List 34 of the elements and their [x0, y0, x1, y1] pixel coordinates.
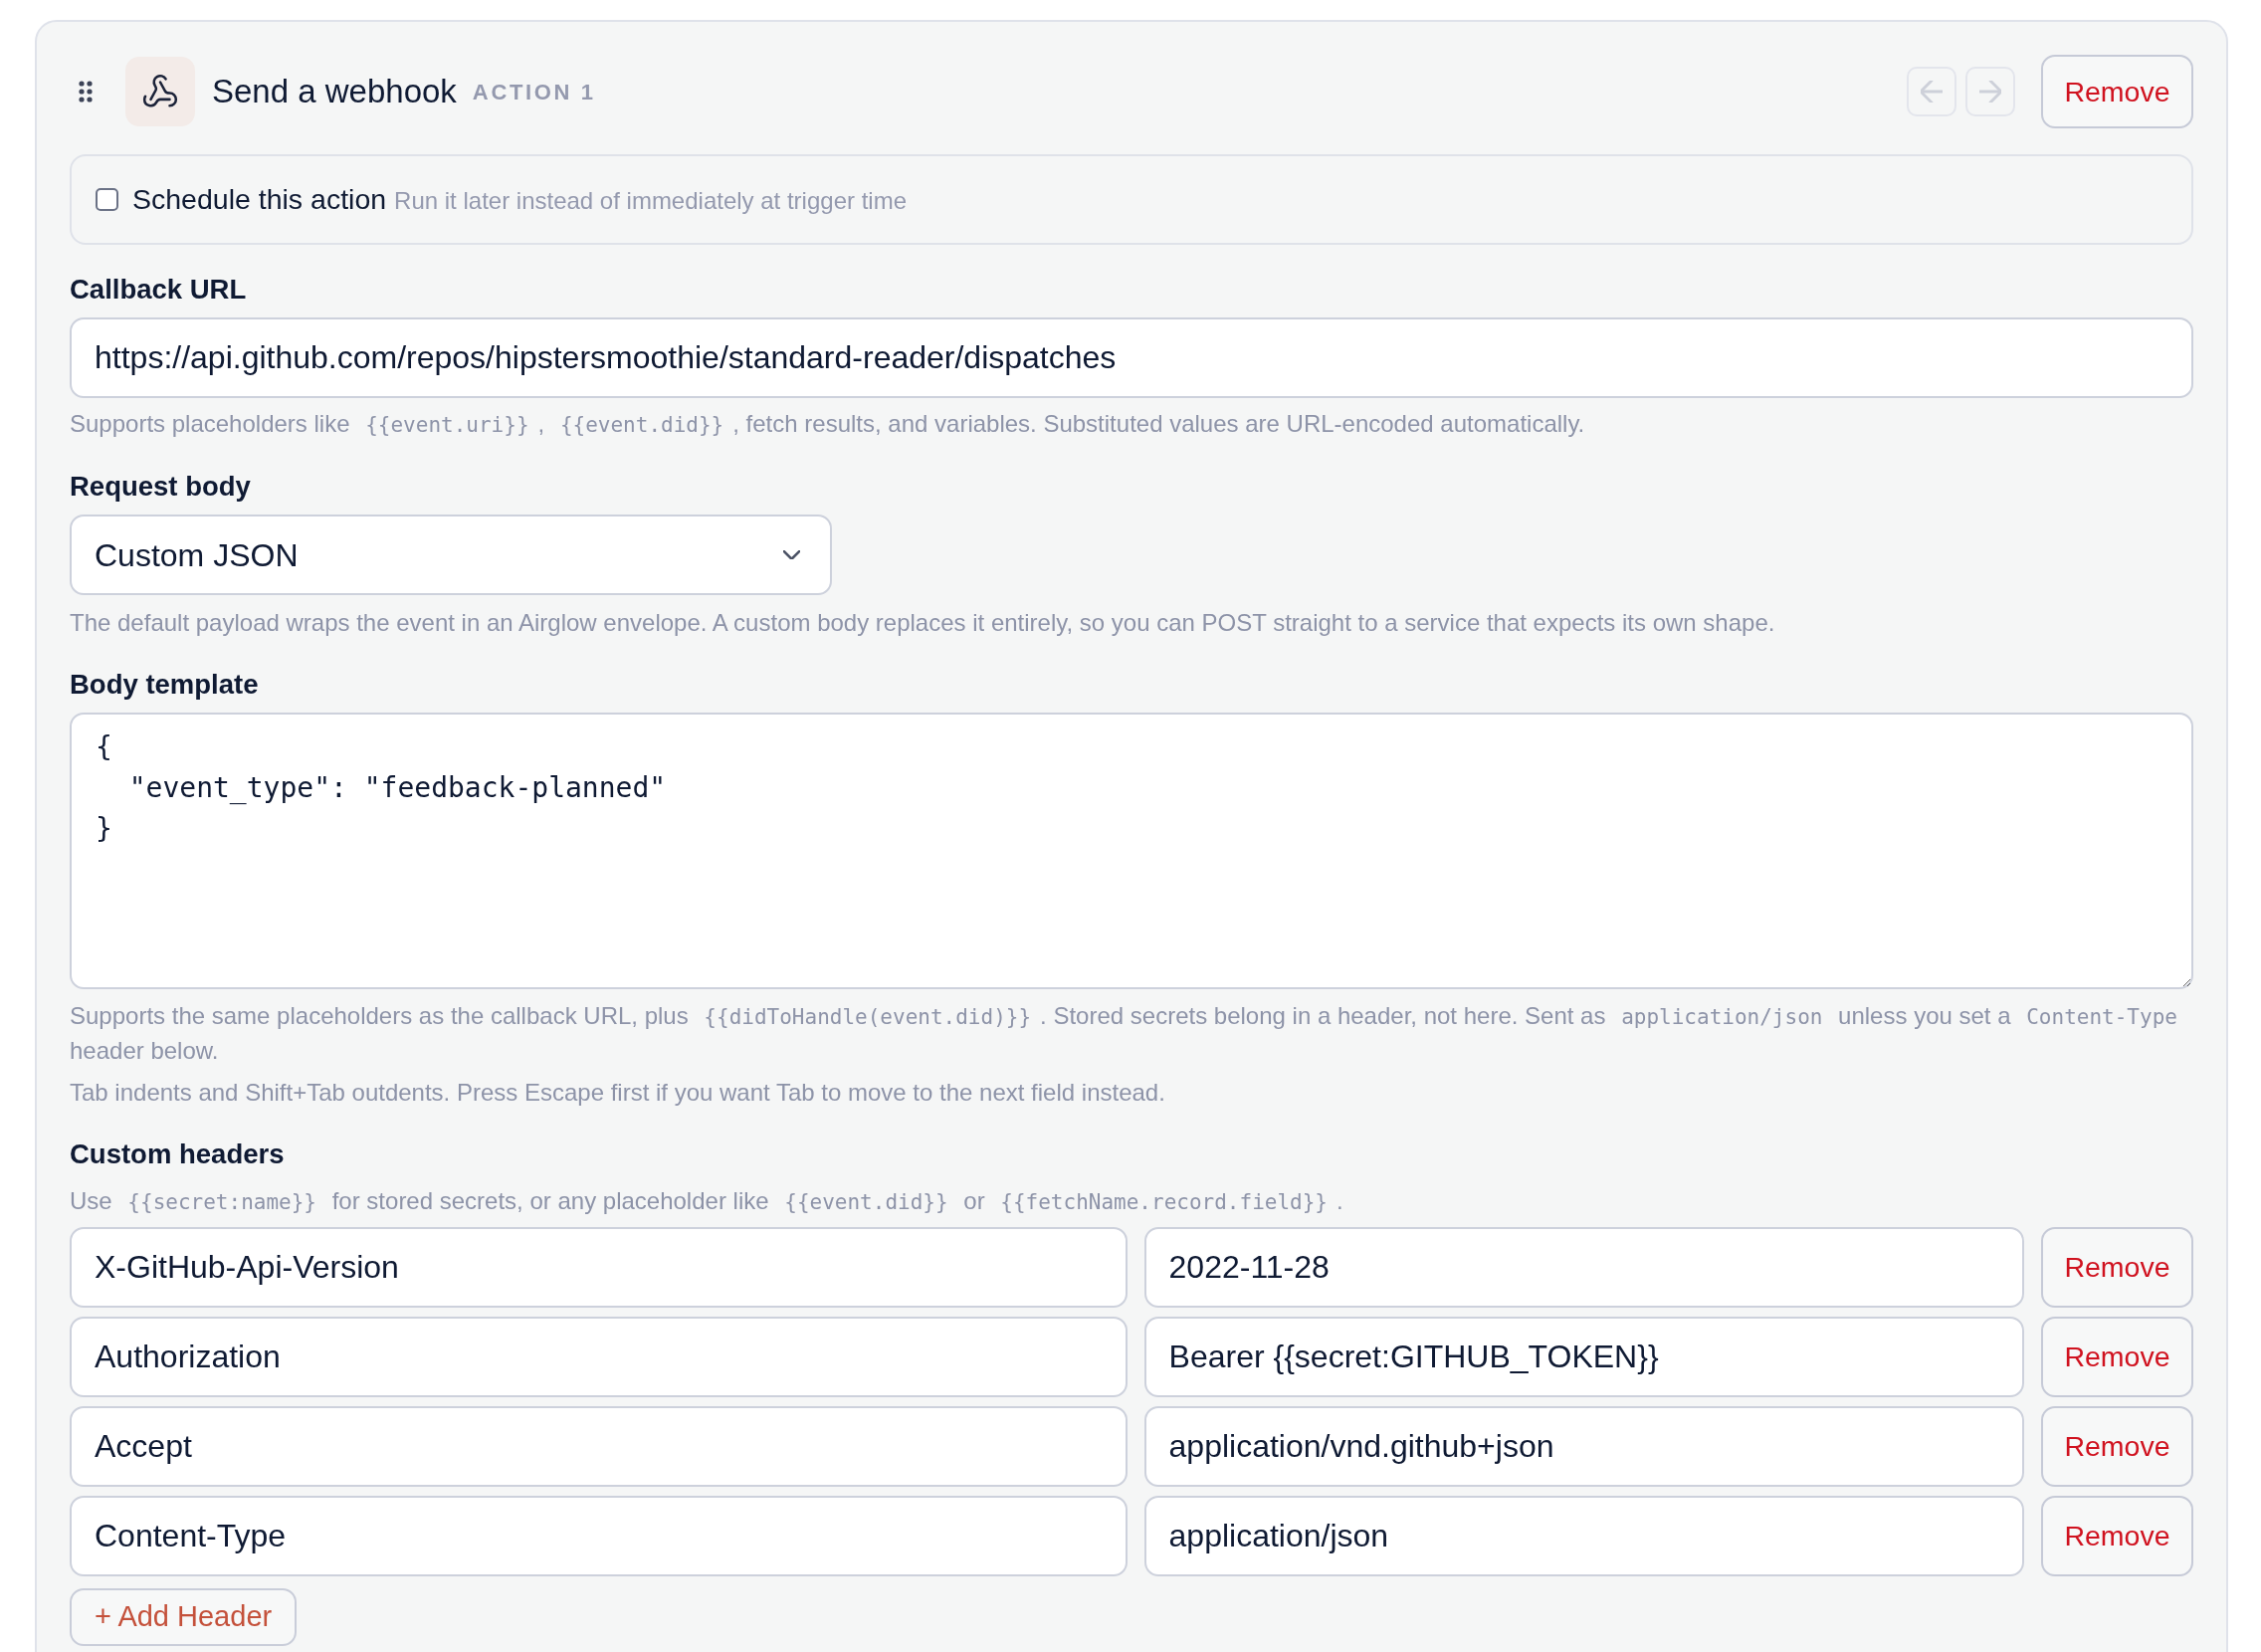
header-name-field[interactable]: Authorization [70, 1317, 1128, 1397]
body-template-field[interactable]: { "event_type": "feedback-planned" } [70, 713, 2193, 989]
header-value-field[interactable]: 2022-11-28 [1143, 1227, 2024, 1308]
request-body-select[interactable]: Custom JSON [70, 515, 832, 595]
field-label: Body template [70, 669, 260, 701]
url-field[interactable]: https://api.github.com/repos/hipstersmoothie/standard-reader/dispatches [70, 317, 2193, 398]
header-value-field[interactable]: application/vnd.github+json [1143, 1406, 2024, 1487]
help-text: Supports the same placeholders as the callback URL, plus {{didToHandle(event.did)}} . Stored secrets belong in a header, not here. Sent as application/json unless you set a Content-Type header below. [70, 1001, 2178, 1066]
remove-button[interactable]: Remove [2041, 1406, 2193, 1487]
field-label: Request body [70, 471, 252, 503]
drag-handle-icon[interactable] [79, 81, 93, 103]
field-label: Callback URL [70, 274, 248, 306]
chevron-down-icon [783, 550, 800, 559]
webhook-icon [125, 57, 195, 126]
add-header-button[interactable]: + Add Header [70, 1588, 298, 1646]
help-text: The default payload wraps the event in an Airglow envelope. A custom body replaces it entirely, so you can POST straight to a service that expects its own shape. [70, 608, 1776, 638]
remove-button[interactable]: Remove [2041, 1227, 2193, 1308]
action-title: Send a webhook [212, 72, 457, 112]
help-text: Supports placeholders like {{event.uri}} , {{event.did}} , fetch results, and variables. Substituted values are URL-encoded automatically. [70, 409, 1586, 439]
remove-button[interactable]: Remove [2041, 55, 2193, 128]
header-value-field[interactable]: application/json [1143, 1496, 2024, 1576]
field-label: Custom headers [70, 1138, 286, 1170]
remove-button[interactable]: Remove [2041, 1496, 2193, 1576]
checkbox[interactable] [96, 188, 118, 211]
header-value-field[interactable]: Bearer {{secret:GITHUB_TOKEN}} [1143, 1317, 2024, 1397]
action-number-label: ACTION 1 [472, 78, 596, 106]
help-text: Tab indents and Shift+Tab outdents. Press Escape first if you want Tab to move to the next field instead. [70, 1078, 1166, 1108]
help-text: Use {{secret:name}} for stored secrets, or any placeholder like {{event.did}} or {{fetchName.record.field}} . [70, 1186, 1344, 1216]
schedule-hint: Run it later instead of immediately at trigger time [394, 186, 907, 217]
header-name-field[interactable]: Accept [70, 1406, 1128, 1487]
header-name-field[interactable]: X-GitHub-Api-Version [70, 1227, 1128, 1308]
remove-button[interactable]: Remove [2041, 1317, 2193, 1397]
schedule-label: Schedule this action [132, 182, 387, 218]
header-name-field[interactable]: Content-Type [70, 1496, 1128, 1576]
